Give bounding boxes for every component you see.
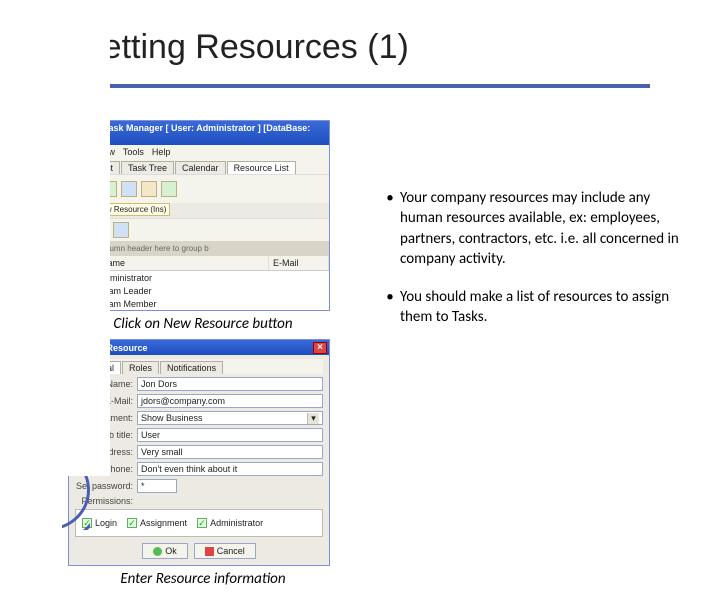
toolbar-btn[interactable] [121,181,137,197]
col-name[interactable]: Name [97,256,269,270]
bullet-text: You should make a list of resources to a… [400,287,680,328]
check-icon [153,547,162,556]
bullet-text: Your company resources may include any h… [400,188,680,269]
col-email[interactable]: E-Mail [269,256,329,270]
permissions-box: ✓Login ✓Assignment ✓Administrator [75,509,323,537]
right-column: •Your company resources may include any … [380,188,680,346]
chevron-down-icon[interactable]: ▾ [307,413,319,424]
perm-administrator[interactable]: ✓Administrator [197,518,263,528]
close-icon[interactable]: × [313,342,327,354]
toolbar-btn[interactable] [113,222,129,238]
tab-calendar[interactable]: Calendar [175,161,226,174]
tab-resource-list[interactable]: Resource List [227,161,296,174]
password-field[interactable]: * [137,479,177,493]
bullet-item: •Your company resources may include any … [380,188,680,269]
toolbar-btn[interactable] [161,181,177,197]
address-field[interactable]: Very small [137,445,323,459]
dialog-tabs: General Roles Notifications [75,359,323,374]
tab-roles[interactable]: Roles [122,361,159,374]
tab-task-tree[interactable]: Task Tree [121,161,174,174]
dialog-buttons: Ok Cancel [75,543,323,559]
menu-help[interactable]: Help [152,147,171,157]
department-field[interactable]: Show Business▾ [137,411,323,425]
jobtitle-field[interactable]: User [137,428,323,442]
window-title: VIP Task Manager [ User: Administrator ]… [87,123,325,143]
toolbar-btn[interactable] [141,181,157,197]
slide-title-bar: Setting Resources (1) [80,28,650,88]
ok-button[interactable]: Ok [142,543,188,559]
phone-field[interactable]: Don't even think about it [137,462,323,476]
bullet-item: •You should make a list of resources to … [380,287,680,328]
tab-notifications[interactable]: Notifications [160,361,223,374]
x-icon [205,547,214,556]
slide-title: Setting Resources (1) [80,28,650,67]
menu-tools[interactable]: Tools [123,147,144,157]
perm-assignment[interactable]: ✓Assignment [127,518,187,528]
caption-bottom: Enter Resource information [68,570,338,588]
email-field[interactable]: jdors@company.com [137,394,323,408]
name-field[interactable]: Jon Dors [137,377,323,391]
cancel-button[interactable]: Cancel [194,543,256,559]
